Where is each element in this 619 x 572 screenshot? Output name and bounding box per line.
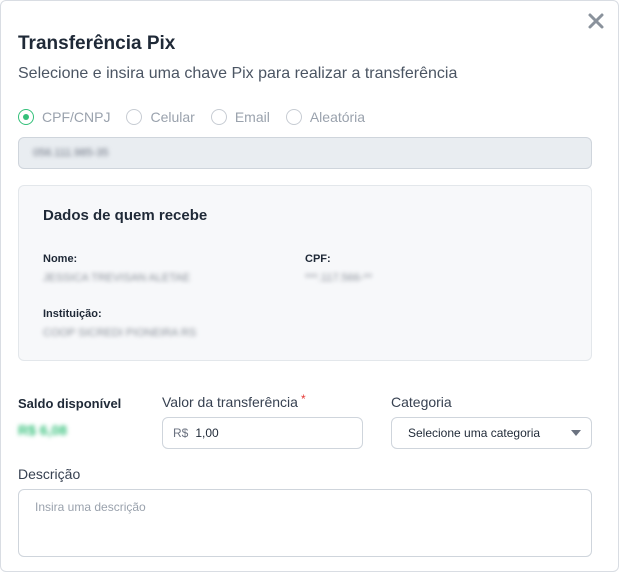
modal-subtitle: Selecione e insira uma chave Pix para re… [18, 65, 458, 82]
radio-label: Email [234, 109, 270, 125]
category-label: Categoria [391, 394, 452, 410]
balance-label: Saldo disponível [18, 396, 122, 411]
close-icon [588, 13, 604, 29]
name-label: Nome: [43, 253, 78, 265]
balance-value: R$ 6,08 [18, 422, 68, 438]
category-selected-value: Selecione uma categoria [408, 426, 541, 440]
amount-value: 1,00 [195, 426, 219, 440]
description-textarea[interactable]: Insira uma descrição [18, 489, 592, 557]
key-type-radio-group: CPF/CNPJ Celular Email Aleatória [18, 109, 381, 125]
institution-value: COOP SICREDI PIONEIRA RS [43, 327, 197, 339]
chevron-down-icon [571, 430, 581, 436]
pix-key-input[interactable]: 056.111.985-35 [18, 137, 592, 169]
radio-email[interactable]: Email [210, 109, 270, 125]
cpf-label: CPF: [305, 253, 331, 265]
recipient-card: Dados de quem recebe Nome: JESSICA TREVI… [18, 185, 592, 361]
radio-checked-icon [18, 109, 34, 125]
radio-cpf-cnpj[interactable]: CPF/CNPJ [18, 109, 110, 125]
radio-label: CPF/CNPJ [42, 109, 111, 125]
radio-celular[interactable]: Celular [126, 109, 195, 125]
radio-unchecked-icon [210, 109, 227, 125]
radio-label: Celular [150, 109, 195, 125]
pix-key-value: 056.111.985-35 [33, 147, 109, 159]
radio-aleatoria[interactable]: Aleatória [285, 109, 366, 125]
name-value: JESSICA TREVISAN ALETAE [43, 272, 190, 284]
amount-label-text: Valor da transferência [162, 394, 298, 410]
radio-unchecked-icon [126, 109, 143, 125]
category-select[interactable]: Selecione uma categoria [391, 417, 592, 449]
amount-input[interactable]: R$ 1,00 [162, 417, 363, 449]
recipient-card-title: Dados de quem recebe [43, 207, 208, 224]
description-label: Descrição [18, 466, 81, 482]
modal-title: Transferência Pix [18, 33, 176, 54]
institution-label: Instituição: [43, 308, 102, 320]
required-mark: * [300, 392, 306, 406]
radio-label: Aleatória [309, 109, 366, 125]
radio-unchecked-icon [285, 109, 302, 125]
currency-prefix: R$ [173, 426, 189, 440]
cpf-value: ***.117.566-** [305, 272, 373, 284]
description-placeholder: Insira uma descrição [35, 500, 146, 514]
close-button[interactable] [584, 9, 608, 33]
amount-label: Valor da transferência * [162, 392, 306, 410]
pix-transfer-modal: Transferência Pix Selecione e insira uma… [0, 0, 619, 572]
